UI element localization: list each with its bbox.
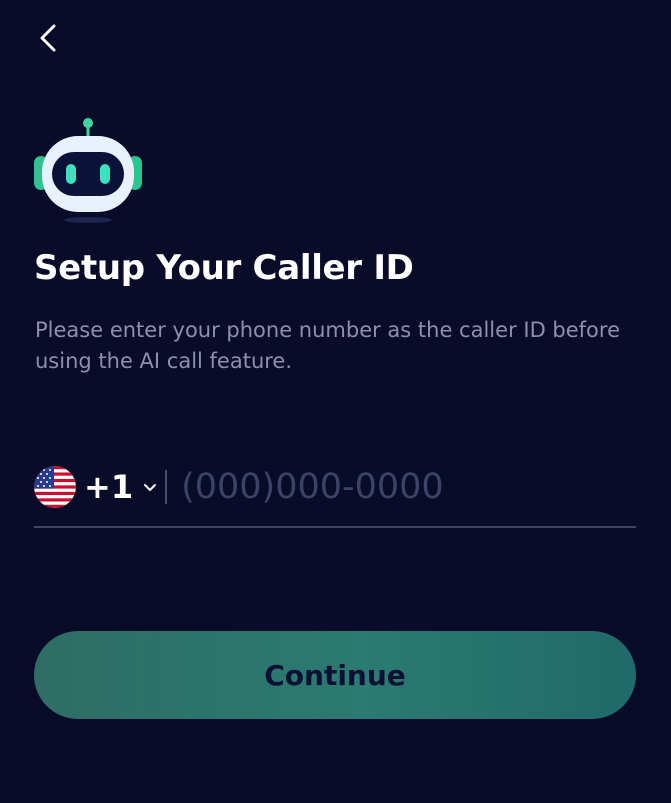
page-title: Setup Your Caller ID bbox=[34, 248, 414, 288]
input-divider bbox=[165, 470, 168, 504]
phone-input-underline bbox=[34, 526, 636, 528]
country-code-selector[interactable]: +1 bbox=[34, 462, 157, 512]
chevron-left-icon bbox=[40, 24, 56, 52]
phone-number-input[interactable] bbox=[181, 462, 636, 512]
phone-input-row: +1 bbox=[34, 462, 636, 512]
robot-icon bbox=[30, 112, 146, 228]
dial-code: +1 bbox=[84, 468, 134, 506]
back-button[interactable] bbox=[30, 18, 70, 58]
page-description: Please enter your phone number as the ca… bbox=[35, 318, 620, 373]
chevron-down-icon bbox=[144, 484, 157, 491]
us-flag-icon bbox=[34, 466, 76, 508]
continue-button[interactable]: Continue bbox=[34, 631, 636, 719]
